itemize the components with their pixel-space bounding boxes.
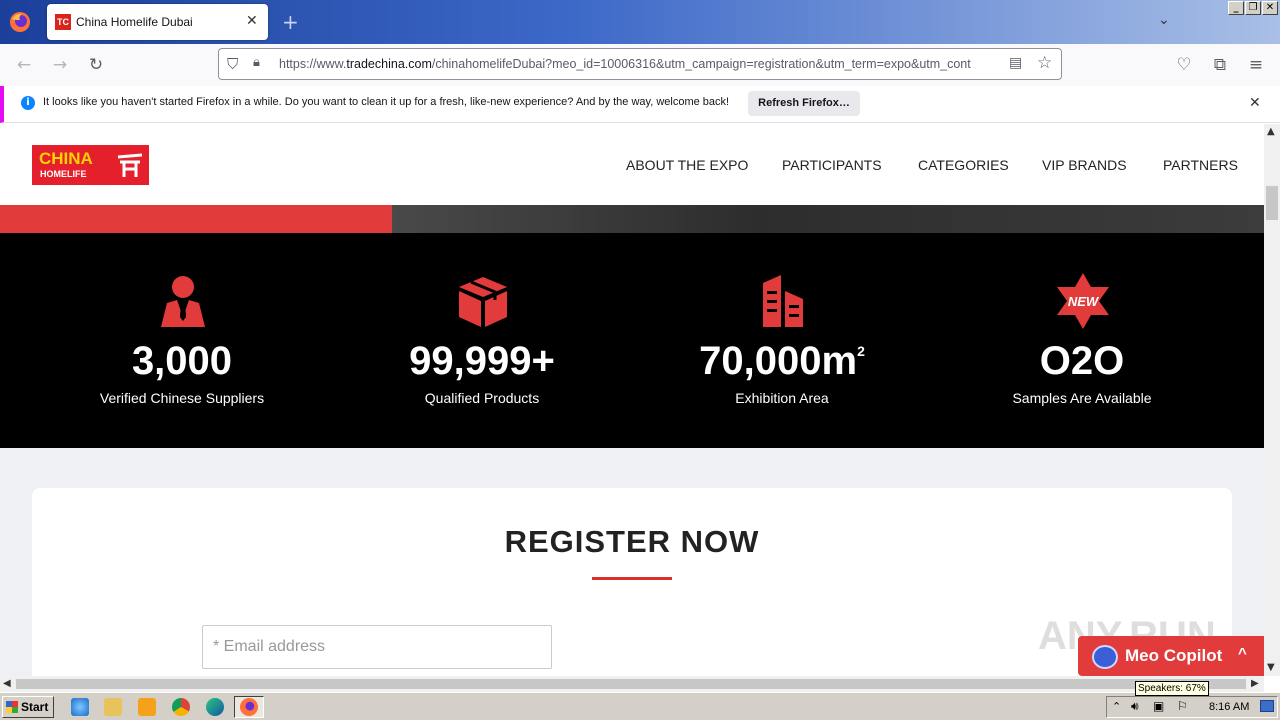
browser-titlebar: TC China Homelife Dubai ✕ + ⌄ _ ❐ ✕	[0, 0, 1280, 44]
email-field[interactable]	[202, 625, 552, 669]
vertical-scrollbar[interactable]: ▲ ▼	[1264, 124, 1280, 676]
register-title: REGISTER NOW	[504, 524, 760, 559]
stat-value: O2O	[1039, 339, 1125, 383]
minimize-button[interactable]: _	[1228, 1, 1244, 15]
info-icon: i	[21, 96, 35, 110]
system-tray: ⌃ 🔊︎ ▣ ⚐ 8:16 AM	[1106, 696, 1278, 718]
restore-button[interactable]: ❐	[1245, 1, 1261, 15]
new-badge-icon: NEW	[1057, 273, 1109, 329]
horizontal-scrollbar[interactable]: ◀ ▶	[0, 676, 1264, 692]
back-icon[interactable]: ←	[14, 55, 34, 75]
stat-o2o: NEW O2O Samples Are Available	[932, 233, 1232, 448]
register-underline	[592, 577, 672, 580]
taskbar-firefox-button[interactable]	[234, 696, 264, 718]
tab-title: China Homelife Dubai	[76, 15, 193, 29]
hero-red-bar	[0, 205, 392, 233]
logo-text-china: CHINA	[39, 149, 93, 168]
nav-vip-brands[interactable]: VIP BRANDS	[1042, 157, 1127, 173]
windows-flag-icon	[6, 701, 18, 713]
stat-exhibition-area: 70,000m2 Exhibition Area	[632, 233, 932, 448]
stat-value: 70,000m2	[699, 339, 865, 383]
stat-value: 3,000	[131, 339, 233, 383]
stat-value: 99,999+	[409, 339, 555, 383]
ie-icon[interactable]	[71, 698, 89, 716]
site-logo[interactable]: CHINA HOMELIFE	[32, 145, 149, 185]
refresh-firefox-button[interactable]: Refresh Firefox…	[748, 91, 860, 116]
nav-about-the-expo[interactable]: ABOUT THE EXPO	[626, 157, 748, 173]
copilot-label: Meo Copilot	[1125, 646, 1223, 665]
lock-icon[interactable]: 🔒︎	[253, 55, 269, 73]
chrome-icon[interactable]	[172, 698, 190, 716]
tab-list-chevron-icon[interactable]: ⌄	[1158, 12, 1170, 28]
url-text[interactable]: https://www.tradechina.com/chinahomelife…	[279, 57, 999, 71]
bookmark-star-icon[interactable]: ☆	[1037, 53, 1052, 73]
nav-categories[interactable]: CATEGORIES	[918, 157, 1009, 173]
stat-label: Samples Are Available	[1012, 390, 1152, 406]
url-bar[interactable]: ⛉ 🔒︎ https://www.tradechina.com/chinahom…	[218, 48, 1062, 80]
speaker-icon[interactable]: 🔊︎	[1131, 699, 1139, 714]
edge-icon[interactable]	[206, 698, 224, 716]
person-icon	[161, 276, 205, 327]
speakers-tooltip: Speakers: 67%	[1135, 681, 1209, 696]
meo-copilot-button[interactable]: Meo Copilot ^	[1078, 636, 1264, 676]
firefox-icon[interactable]	[8, 10, 32, 34]
tab-favicon-icon: TC	[55, 14, 71, 30]
shield-icon[interactable]: ⛉	[227, 55, 245, 73]
start-label: Start	[21, 700, 49, 714]
stat-label: Qualified Products	[424, 390, 540, 406]
scroll-down-icon[interactable]: ▼	[1267, 662, 1275, 673]
windows-taskbar: Start ⌃ 🔊︎ ▣ ⚐ 8:16 AM	[0, 692, 1280, 720]
pocket-icon[interactable]: ♡	[1174, 55, 1194, 75]
scroll-left-icon[interactable]: ◀	[3, 678, 11, 689]
copilot-robot-icon	[1092, 645, 1118, 669]
close-window-button[interactable]: ✕	[1262, 1, 1278, 15]
media-player-icon[interactable]	[138, 698, 156, 716]
start-button[interactable]: Start	[2, 696, 54, 718]
site-header: CHINA HOMELIFE ABOUT THE EXPO PARTICIPAN…	[0, 124, 1264, 205]
logo-text-homelife: HOMELIFE	[40, 169, 87, 179]
clock[interactable]: 8:16 AM	[1209, 701, 1249, 713]
notification-bar: i It looks like you haven't started Fire…	[0, 86, 1280, 123]
notification-close-icon[interactable]: ✕	[1249, 95, 1261, 111]
menu-icon[interactable]: ≡	[1246, 55, 1266, 75]
folder-icon[interactable]	[104, 698, 122, 716]
stats-section: 3,000 Verified Chinese Suppliers 99,999+…	[0, 233, 1264, 448]
vertical-scroll-thumb[interactable]	[1266, 186, 1278, 220]
building-icon	[763, 275, 803, 327]
stat-suppliers: 3,000 Verified Chinese Suppliers	[32, 233, 332, 448]
tab-china-homelife[interactable]: TC China Homelife Dubai ✕	[47, 4, 268, 40]
stat-label: Exhibition Area	[735, 390, 829, 406]
stat-products: 99,999+ Qualified Products	[332, 233, 632, 448]
flag-icon[interactable]: ⚐	[1177, 699, 1188, 713]
notification-text: It looks like you haven't started Firefo…	[43, 96, 730, 108]
new-tab-button[interactable]: +	[282, 10, 299, 34]
page-content: CHINA HOMELIFE ABOUT THE EXPO PARTICIPAN…	[0, 124, 1264, 676]
scroll-up-icon[interactable]: ▲	[1267, 126, 1275, 137]
extensions-icon[interactable]: ⧉	[1210, 55, 1230, 75]
forward-icon[interactable]: →	[50, 55, 70, 75]
tab-close-icon[interactable]: ✕	[246, 13, 258, 29]
nav-participants[interactable]: PARTICIPANTS	[782, 157, 882, 173]
scroll-right-icon[interactable]: ▶	[1251, 678, 1259, 689]
chevron-up-icon: ^	[1238, 645, 1247, 662]
show-desktop-icon[interactable]	[1260, 700, 1274, 712]
horizontal-scroll-thumb[interactable]	[16, 679, 1246, 689]
box-icon	[459, 277, 507, 327]
reload-icon[interactable]: ↻	[86, 55, 106, 75]
stat-label: Verified Chinese Suppliers	[99, 390, 265, 406]
nav-partners[interactable]: PARTNERS	[1163, 157, 1238, 173]
reader-view-icon[interactable]: ▤	[1009, 55, 1022, 71]
tray-expand-icon[interactable]: ⌃	[1112, 700, 1121, 713]
network-icon[interactable]: ▣	[1153, 699, 1164, 713]
new-badge-text: NEW	[1068, 294, 1100, 309]
firefox-taskbar-icon	[240, 698, 258, 716]
logo-gate-icon	[117, 153, 143, 177]
